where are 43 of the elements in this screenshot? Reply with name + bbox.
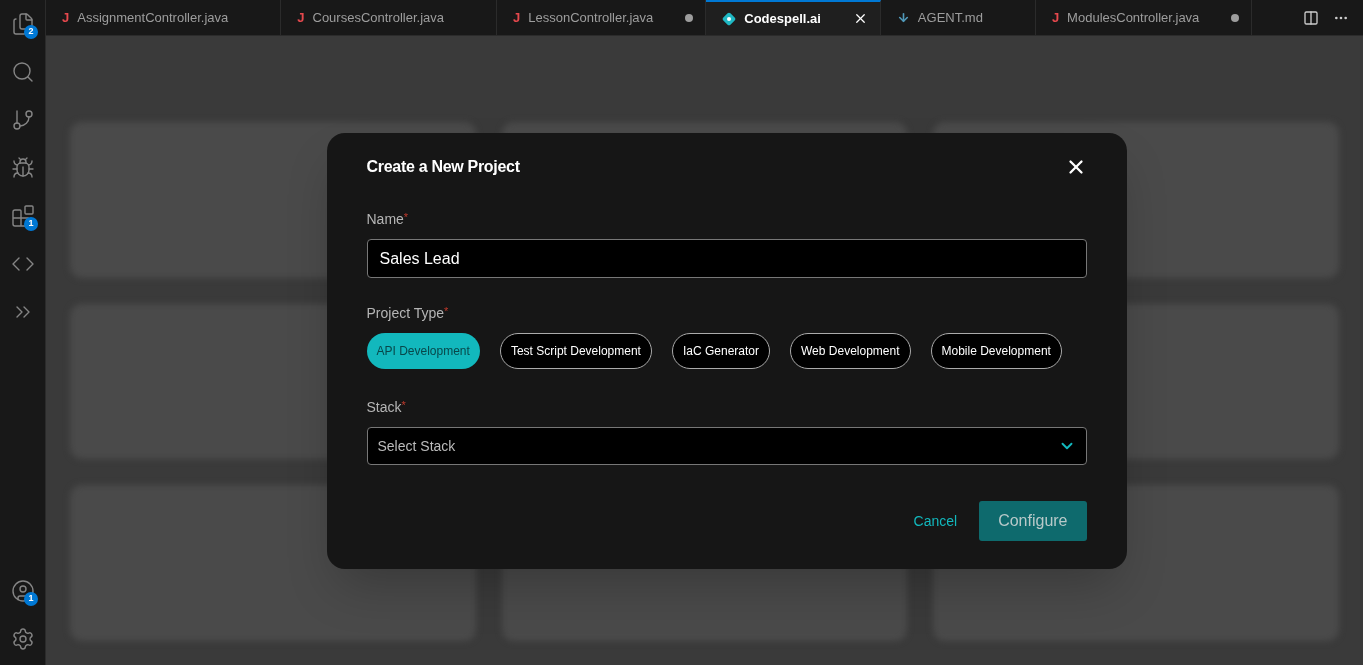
name-label: Name	[366, 210, 404, 229]
editor-tab[interactable]: J CoursesController.java	[281, 0, 497, 35]
required-asterisk: *	[444, 304, 449, 317]
java-file-icon: J	[513, 11, 521, 24]
stack-label: Stack	[366, 398, 402, 417]
editor-tab[interactable]: AGENT.md	[880, 0, 1036, 35]
java-file-icon: J	[62, 11, 70, 24]
branch-icon[interactable]	[11, 108, 35, 132]
project-type-chip[interactable]: Web Development	[790, 333, 911, 369]
required-asterisk: *	[403, 210, 409, 223]
editor-tab[interactable]: J ModulesController.java	[1035, 0, 1253, 35]
bug-icon[interactable]	[11, 156, 35, 180]
badge-count: 2	[24, 25, 38, 39]
configure-button[interactable]: Configure	[979, 501, 1087, 541]
tab-label: AGENT.md	[917, 8, 984, 27]
cancel-button[interactable]: Cancel	[911, 510, 960, 532]
files-icon[interactable]	[11, 12, 35, 36]
settings-icon[interactable]	[11, 627, 35, 651]
editor-tab[interactable]: J AssignmentController.java	[46, 0, 282, 35]
account-icon[interactable]	[11, 579, 35, 603]
project-type-chip[interactable]: Test Script Development	[499, 333, 652, 369]
stack-select-field[interactable]: Select Stack	[366, 427, 1087, 465]
search-icon[interactable]	[11, 60, 35, 84]
badge-count: 1	[24, 592, 38, 606]
tab-label: ModulesController.java	[1067, 8, 1201, 27]
blocks-icon[interactable]	[11, 204, 35, 228]
tab-label: LessonController.java	[528, 8, 655, 27]
tab-label: AssignmentController.java	[77, 8, 230, 27]
badge-count: 1	[24, 217, 38, 231]
project-type-label: Project Type	[366, 304, 445, 323]
project-type-chip[interactable]: IaC Generator	[671, 333, 770, 369]
project-type-chip[interactable]: API Development	[366, 333, 480, 369]
arrow-down-icon	[896, 11, 910, 24]
name-input-field[interactable]: Sales Lead	[366, 239, 1087, 278]
dialog-title: Create a New Project	[366, 157, 520, 177]
java-file-icon: J	[1051, 11, 1060, 24]
editor-tab[interactable]: Codespell.ai	[706, 0, 881, 35]
required-asterisk: *	[401, 398, 406, 411]
tab-label: Codespell.ai	[744, 9, 822, 28]
tab-label: CoursesController.java	[312, 8, 445, 27]
java-file-icon: J	[297, 11, 305, 24]
split-editor-icon[interactable]	[1303, 9, 1319, 26]
project-type-chip[interactable]: Mobile Development	[930, 333, 1062, 369]
